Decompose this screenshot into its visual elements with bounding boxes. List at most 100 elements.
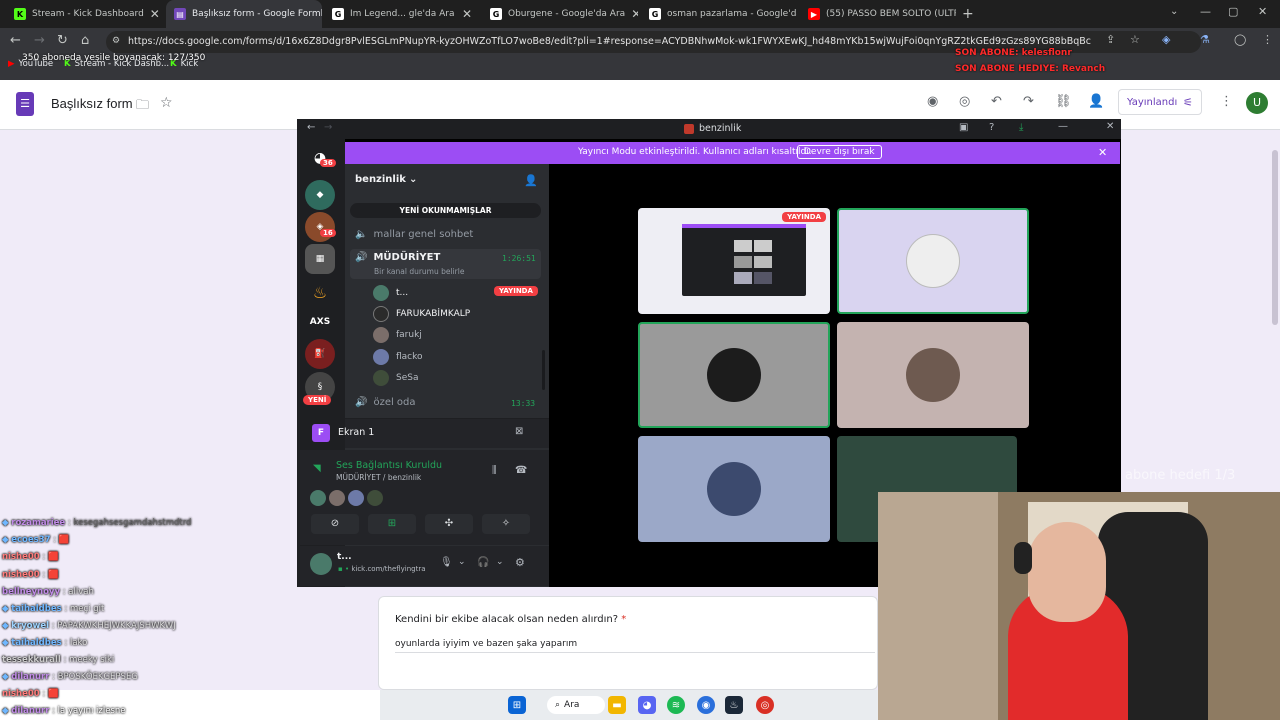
voice-member[interactable]: flacko [373,349,423,365]
chevron-down-icon[interactable]: ⌄ [458,557,466,567]
discord-close-icon[interactable]: ✕ [1106,121,1114,132]
server-icon[interactable]: ◈ [305,212,335,242]
headphones-icon[interactable]: 🎧 [477,557,489,568]
page-scrollbar[interactable] [1272,150,1278,325]
add-collaborator-icon[interactable]: 👤 [1088,94,1104,109]
chat-text: PAPAKWKHEJWKKAJSHWKWJ [57,621,176,631]
profile-icon[interactable]: ◯ [1234,33,1246,46]
server-icon[interactable]: ⛽ [305,339,335,369]
discord-icon[interactable]: ◕ [638,696,656,714]
server-header[interactable]: benzinlik ⌄ [355,174,417,185]
voice-member[interactable]: farukj [373,327,422,343]
steam-icon[interactable]: ♨ [725,696,743,714]
invite-member-icon[interactable]: 👤 [524,174,538,187]
tab-google-search-2[interactable]: G Oburgene - Google'da Ara ✕ [482,0,638,28]
redo-icon[interactable]: ↷ [1023,94,1034,109]
back-icon[interactable]: ← [307,122,315,133]
disconnect-icon[interactable]: ☎ [515,465,527,476]
windows-start-icon[interactable]: ⊞ [508,696,526,714]
participant-tile[interactable] [638,322,830,428]
link-icon[interactable]: ⛓ [1055,94,1072,109]
folder-icon[interactable]: 🗀 [136,96,149,118]
channel-status-hint[interactable]: Bir kanal durumu belirle [374,267,464,276]
extension-icon[interactable]: ◈ [1162,33,1170,46]
user-settings-gear-icon[interactable]: ⚙ [515,556,525,569]
close-icon[interactable]: ✕ [150,7,160,21]
tab-youtube[interactable]: ▶ (55) PASSO BEM SOLTO (ULTRA ✕ [800,0,956,28]
tab-title: Oburgene - Google'da Ara [508,9,626,19]
bookmark-star-icon[interactable]: ☆ [1130,33,1140,46]
tab-kick-dashboard[interactable]: K Stream - Kick Dashboard ✕ [6,0,166,28]
channel-scrollbar[interactable] [542,350,545,390]
activities-button[interactable]: ✣ [425,514,473,534]
forms-logo-icon[interactable]: ☰ [16,92,34,116]
server-icon[interactable]: ♨ [305,277,335,307]
banner-close-icon[interactable]: ✕ [1098,146,1107,159]
home-icon[interactable]: ⌂ [81,33,89,48]
account-avatar[interactable]: U [1246,92,1268,114]
inbox-icon[interactable]: ▣ [959,122,968,133]
share-icon[interactable]: ⇪ [1106,33,1115,46]
participant-tile[interactable] [837,322,1029,428]
chat-text: 🟥 [58,535,70,545]
minimize-icon[interactable]: — [1200,5,1211,18]
tab-google-search-1[interactable]: G Im Legend... gle'da Ara ✕ [324,0,480,28]
channel-mudurIyet[interactable]: 🔊 MÜDÜRİYET [355,252,440,263]
server-icon[interactable]: ▦ [305,244,335,274]
voice-member[interactable]: FARUKABİMKALP [373,306,470,322]
maximize-icon[interactable]: ▢ [1228,5,1238,18]
app-icon[interactable]: ◉ [697,696,715,714]
server-icon[interactable]: AXS [305,307,335,337]
voice-channel-path[interactable]: MÜDÜRİYET / benzinlik [336,473,421,482]
spotify-icon[interactable]: ≋ [667,696,685,714]
reload-icon[interactable]: ↻ [57,33,68,48]
tab-google-forms[interactable]: ▤ Başlıksız form - Google Formlar ✕ [166,0,322,28]
window-close-icon[interactable]: ✕ [1258,5,1267,18]
preview-eye-icon[interactable]: ◎ [959,94,970,109]
discord-home-icon[interactable]: ◕ [305,143,335,173]
stream-tile[interactable]: YAYINDA [638,208,830,314]
site-info-icon[interactable]: ⚙ [112,36,120,46]
close-icon[interactable]: ✕ [462,7,472,21]
participant-tile[interactable] [638,436,830,542]
soundboard-button[interactable]: ✧ [482,514,530,534]
download-icon[interactable]: ⤓ [1019,122,1023,133]
tab-google-search-3[interactable]: G osman pazarlama - Google'da A ✕ [641,0,797,28]
discord-title-text: benzinlik [699,123,742,134]
form-title[interactable]: Başlıksız form [51,96,133,111]
channel-ozel-oda[interactable]: 🔊 özel oda [355,397,416,408]
stop-share-icon[interactable]: ⊠ [515,426,523,437]
lab-icon[interactable]: ⚗ [1200,33,1210,46]
forward-icon[interactable]: → [34,33,45,48]
chrome-icon[interactable]: ◎ [756,696,774,714]
noise-suppression-icon[interactable]: ⫼ [492,465,497,476]
help-icon[interactable]: ? [989,122,994,133]
back-icon[interactable]: ← [10,33,21,48]
new-tab-button[interactable]: + [962,6,974,22]
more-options-icon[interactable]: ⋮ [1220,94,1233,109]
undo-icon[interactable]: ↶ [991,94,1002,109]
channel-general[interactable]: 🔈 mallar genel sohbet [355,229,473,240]
taskbar-search[interactable]: ⌕ Ara [547,696,605,714]
server-icon[interactable]: ◆ [305,180,335,210]
discord-minimize-icon[interactable]: — [1058,121,1068,132]
streamer-face [1028,522,1106,622]
publish-button[interactable]: Yayınlandı ⚟ [1118,89,1202,115]
forward-icon[interactable]: → [324,122,332,133]
avatar [373,370,389,386]
star-icon[interactable]: ☆ [160,95,173,111]
voice-member[interactable]: SeSa [373,370,418,386]
voice-member[interactable]: t... [373,285,408,301]
close-icon[interactable]: ✕ [631,7,638,21]
chevron-down-icon[interactable]: ⌄ [496,557,504,567]
mic-icon[interactable]: 🎙 [440,557,453,568]
sub-target-overlay: abone hedefi 1/3 [1125,468,1236,483]
new-unreads-pill[interactable]: YENİ OKUNMAMIŞLAR [350,203,541,218]
disable-streamer-mode-button[interactable]: Devre dışı bırak [797,145,882,159]
voice-status[interactable]: Ses Bağlantısı Kuruldu [336,460,442,471]
palette-icon[interactable]: ◉ [927,94,938,109]
file-explorer-icon[interactable]: ▬ [608,696,626,714]
tab-search-icon[interactable]: ⌄ [1170,6,1178,17]
menu-icon[interactable]: ⋮ [1262,33,1273,46]
participant-tile[interactable] [837,208,1029,314]
